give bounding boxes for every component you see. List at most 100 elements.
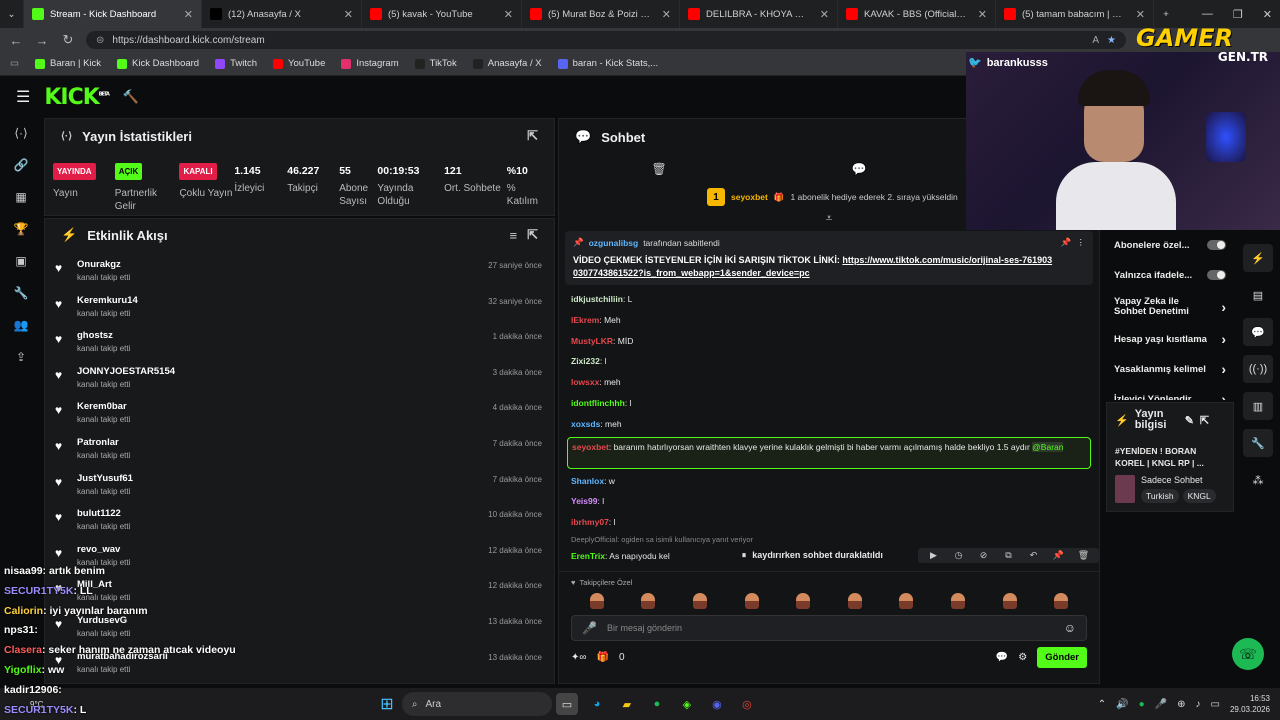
popout-icon[interactable]: ⇱ xyxy=(1200,414,1209,427)
emote-avatar[interactable] xyxy=(899,592,914,609)
document-icon[interactable]: ▤ xyxy=(1243,281,1273,309)
browser-tab[interactable]: (5) tamam babacım | KNGLRP | Yo ✕ xyxy=(996,0,1154,28)
delete-icon[interactable]: 🗑 xyxy=(1072,550,1095,561)
chat-bubble-icon[interactable]: 💬 xyxy=(852,162,867,176)
activity-username[interactable]: Keremkuru14 xyxy=(77,295,138,306)
infinite-points-icon[interactable]: ✦∞ xyxy=(571,652,587,663)
tab-close-icon[interactable]: ✕ xyxy=(344,8,353,21)
bookmark-item[interactable]: Kick Dashboard xyxy=(117,58,199,69)
activity-username[interactable]: Kerem0bar xyxy=(77,401,130,412)
status-icon[interactable]: ● xyxy=(1139,699,1145,710)
emote-avatar[interactable] xyxy=(641,592,656,609)
chat-username[interactable]: lowsxx xyxy=(571,377,599,387)
url-field[interactable]: ⊜ https://dashboard.kick.com/stream A ★ xyxy=(86,31,1126,49)
activity-username[interactable]: revo_wav xyxy=(77,544,130,555)
unpin-icon[interactable]: 📌 xyxy=(1061,237,1072,248)
chat-username[interactable]: ibrhmy07 xyxy=(571,517,609,527)
task-view-icon[interactable]: ▭ xyxy=(555,693,578,715)
chat-setting-item[interactable]: Abonelere özel... xyxy=(1106,230,1234,260)
emote-only-icon[interactable]: ⊘ xyxy=(972,550,995,561)
volume-icon[interactable]: 🔊 xyxy=(1116,699,1128,710)
activity-username[interactable]: Onurakgz xyxy=(77,259,130,270)
tab-close-icon[interactable]: ✕ xyxy=(504,8,513,21)
chat-username[interactable]: MustyLKR xyxy=(571,336,613,346)
speaker-icon[interactable]: ♪ xyxy=(1196,699,1201,710)
wrench-icon[interactable]: 🔧 xyxy=(11,286,31,302)
lightning-tool-icon[interactable]: ⚡ xyxy=(1243,244,1273,272)
copy-icon[interactable]: ⧉ xyxy=(997,550,1020,561)
activity-username[interactable]: JONNYJOESTAR5154 xyxy=(77,366,175,377)
pinned-by-user[interactable]: ozgunalibsg xyxy=(589,238,639,248)
bookmark-star-icon[interactable]: ★ xyxy=(1107,35,1116,46)
clock-icon[interactable]: ◷ xyxy=(947,550,970,561)
emote-avatar[interactable] xyxy=(692,592,707,609)
play-icon[interactable]: ▶ xyxy=(922,550,945,561)
emote-avatar[interactable] xyxy=(589,592,604,609)
chat-username[interactable]: lEkrem xyxy=(571,315,599,325)
chat-setting-item[interactable]: Yapay Zeka ile Sohbet Denetimi › xyxy=(1106,290,1234,324)
activity-username[interactable]: ghostsz xyxy=(77,330,130,341)
edge-icon[interactable]: ◕ xyxy=(586,693,608,715)
tab-search-button[interactable]: ⌄ xyxy=(0,0,24,28)
chat-setting-item[interactable]: Hesap yaşı kısıtlama › xyxy=(1106,324,1234,354)
bookmark-item[interactable]: Anasayfa / X xyxy=(472,58,542,69)
chrome-icon[interactable]: ◎ xyxy=(736,693,758,715)
video-icon[interactable]: ▣ xyxy=(11,254,31,270)
tab-close-icon[interactable]: ✕ xyxy=(820,8,829,21)
back-icon[interactable]: ← xyxy=(8,33,24,48)
trash-icon[interactable]: 🗑 xyxy=(651,162,666,176)
emote-avatar[interactable] xyxy=(950,592,965,609)
sub-event-user[interactable]: seyoxbet xyxy=(731,192,768,202)
kick-logo[interactable]: KICKBETA xyxy=(44,85,110,110)
browser-tab[interactable]: Stream - Kick Dashboard ✕ xyxy=(24,0,202,28)
chat-username[interactable]: xoxsds xyxy=(571,419,600,429)
emote-avatar[interactable] xyxy=(847,592,862,609)
bookmark-item[interactable]: Twitch xyxy=(215,58,257,69)
browser-tab[interactable]: KAVAK - BBS (Official Video) - You ✕ xyxy=(838,0,996,28)
broadcast-icon[interactable]: ((·)) xyxy=(1243,355,1273,383)
taskbar-search[interactable]: ⌕ Ara xyxy=(401,692,552,716)
bookmark-item[interactable]: Instagram xyxy=(341,58,399,69)
filter-icon[interactable]: ≡ xyxy=(510,228,518,243)
bookmark-item[interactable]: baran - Kick Stats,... xyxy=(557,58,658,69)
site-info-icon[interactable]: ⊜ xyxy=(96,35,104,46)
support-chat-icon[interactable]: ☏ xyxy=(1232,638,1264,670)
emote-avatar[interactable] xyxy=(744,592,759,609)
send-button[interactable]: Gönder xyxy=(1037,646,1087,668)
browser-tab[interactable]: (5) Murat Boz & Poizi | Özledim | R ✕ xyxy=(522,0,680,28)
paused-banner[interactable]: ⏸ kaydırırken sohbet duraklatıldı xyxy=(742,550,883,561)
tab-close-icon[interactable]: ✕ xyxy=(1136,8,1145,21)
mic-tray-icon[interactable]: 🎤 xyxy=(1155,699,1167,710)
start-icon[interactable]: ⊞ xyxy=(376,693,398,715)
bookmark-item[interactable]: Baran | Kick xyxy=(34,58,101,69)
mic-icon[interactable]: 🎤 xyxy=(582,621,597,635)
tools-icon[interactable]: 🔧 xyxy=(1243,429,1273,457)
toggle-switch[interactable] xyxy=(1206,240,1226,250)
tag-chip[interactable]: Turkish xyxy=(1141,489,1179,503)
bookmark-item[interactable]: YouTube xyxy=(273,58,325,69)
activity-username[interactable]: bulut1122 xyxy=(77,508,130,519)
chat-input[interactable]: 🎤 Bir mesaj gönderin ☺ xyxy=(571,614,1087,641)
edit-icon[interactable]: ✎ xyxy=(1185,414,1194,427)
close-window-icon[interactable]: ✕ xyxy=(1263,8,1272,21)
tab-close-icon[interactable]: ✕ xyxy=(978,8,987,21)
browser-tab[interactable]: (5) kavak - YouTube ✕ xyxy=(362,0,522,28)
activity-username[interactable]: JustYusuf61 xyxy=(77,473,133,484)
chat-username[interactable]: idkjustchiliin xyxy=(571,294,623,304)
chat-setting-item[interactable]: İzleyici Yönlendir › xyxy=(1106,384,1234,400)
translate-icon[interactable]: A xyxy=(1092,35,1099,46)
link-icon[interactable]: 🔗 xyxy=(11,158,31,174)
reload-icon[interactable]: ↻ xyxy=(60,32,76,48)
undo-icon[interactable]: ↶ xyxy=(1022,550,1045,561)
chat-username[interactable]: Shanlox xyxy=(571,476,604,486)
spotify-icon[interactable]: ● xyxy=(646,693,668,715)
category-name[interactable]: Sadece Sohbet xyxy=(1141,475,1216,485)
analytics-icon[interactable]: ▦ xyxy=(11,190,31,206)
browser-tab[interactable]: DELILBRA - KHOYA SHOOT (PROD ✕ xyxy=(680,0,838,28)
tray-chevron-icon[interactable]: ⌃ xyxy=(1098,699,1106,710)
emoji-icon[interactable]: ☺ xyxy=(1064,621,1076,635)
discord-icon[interactable]: ◉ xyxy=(706,693,728,715)
more-icon[interactable]: ⋮ xyxy=(1077,237,1086,248)
gift-count-icon[interactable]: 🎁 xyxy=(597,652,609,663)
battery-icon[interactable]: ▭ xyxy=(1211,699,1220,710)
